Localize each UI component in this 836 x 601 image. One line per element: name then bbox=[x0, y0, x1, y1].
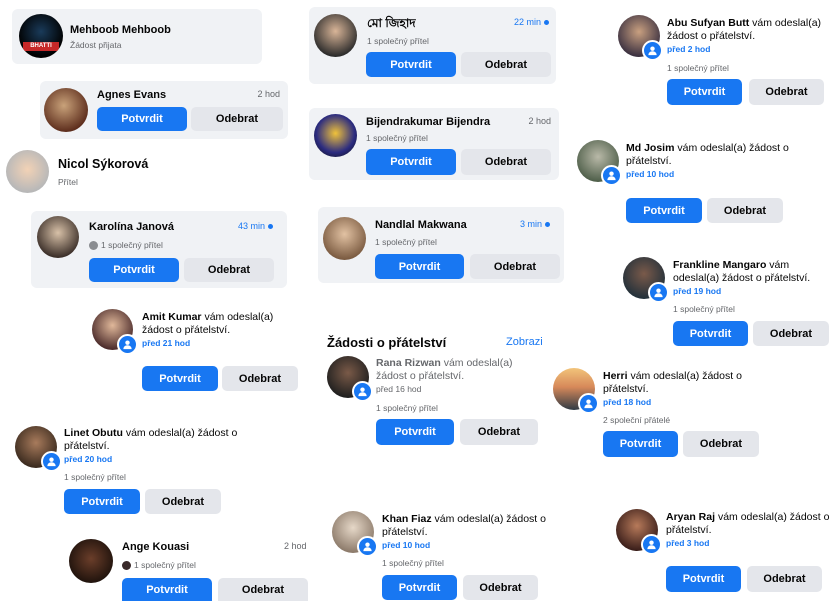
request-notification[interactable]: Amit Kumar vám odeslal(a) žádost o přáte… bbox=[142, 311, 292, 350]
remove-button[interactable]: Odebrat bbox=[470, 254, 560, 279]
section-title: Žádosti o přátelství bbox=[327, 335, 447, 350]
mutual-friends: 1 společný přítel bbox=[382, 558, 444, 568]
remove-button[interactable]: Odebrat bbox=[461, 149, 551, 175]
mutual-friends: 1 společný přítel bbox=[89, 240, 163, 251]
request-notification[interactable]: Md Josim vám odeslal(a) žádost o přátels… bbox=[626, 142, 801, 181]
friend-card-mehboob[interactable]: BHATTI Mehboob Mehboob Žádost přijata bbox=[12, 9, 262, 64]
confirm-button[interactable]: Potvrdit bbox=[122, 578, 212, 601]
remove-button[interactable]: Odebrat bbox=[707, 198, 783, 223]
request-notification[interactable]: Linet Obutu vám odeslal(a) žádost o přát… bbox=[64, 427, 239, 466]
mutual-friends: 1 společný přítel bbox=[64, 472, 126, 482]
confirm-button[interactable]: Potvrdit bbox=[97, 107, 187, 131]
friend-request-badge-icon bbox=[117, 334, 138, 355]
request-notification[interactable]: Aryan Raj vám odeslal(a) žádost o přátel… bbox=[666, 511, 832, 550]
request-time: 2 hod bbox=[284, 541, 307, 551]
remove-button[interactable]: Odebrat bbox=[463, 575, 538, 600]
friend-request-card-agnes: Agnes Evans 2 hod Potvrdit Odebrat bbox=[40, 81, 288, 139]
avatar[interactable]: BHATTI bbox=[19, 14, 63, 58]
friend-request-badge-icon bbox=[41, 451, 62, 472]
mutual-friends: 2 společní přátelé bbox=[603, 415, 671, 425]
mutual-friends: 1 společný přítel bbox=[122, 560, 196, 571]
request-notification[interactable]: Frankline Mangaro vám odeslal(a) žádost … bbox=[673, 259, 835, 298]
remove-button[interactable]: Odebrat bbox=[222, 366, 298, 391]
unread-dot bbox=[268, 224, 273, 230]
remove-button[interactable]: Odebrat bbox=[753, 321, 829, 346]
friend-request-badge-icon bbox=[641, 534, 662, 555]
friend-request-badge-icon bbox=[352, 381, 373, 402]
friend-name[interactable]: মো জিহাদ bbox=[367, 15, 416, 35]
mutual-friends: 1 společný přítel bbox=[673, 304, 735, 314]
mutual-avatar-icon bbox=[89, 241, 98, 251]
avatar[interactable] bbox=[314, 14, 357, 57]
friend-request-badge-icon bbox=[648, 282, 669, 303]
confirm-button[interactable]: Potvrdit bbox=[667, 79, 742, 105]
request-time: 43 min bbox=[238, 221, 273, 231]
request-notification[interactable]: Khan Fiaz vám odeslal(a) žádost o přátel… bbox=[382, 513, 554, 552]
remove-button[interactable]: Odebrat bbox=[683, 431, 759, 457]
avatar[interactable] bbox=[44, 88, 88, 132]
mutual-friends: 1 společný přítel bbox=[376, 403, 438, 413]
friend-name[interactable]: Nandlal Makwana bbox=[375, 219, 467, 231]
remove-button[interactable]: Odebrat bbox=[218, 578, 308, 601]
friend-name[interactable]: Bijendrakumar Bijendra bbox=[366, 116, 490, 128]
avatar[interactable] bbox=[323, 217, 366, 260]
friend-request-badge-icon bbox=[357, 536, 378, 557]
friend-request-card-bijendra: Bijendrakumar Bijendra 2 hod 1 společný … bbox=[309, 108, 559, 180]
friend-request-badge-icon bbox=[578, 393, 599, 414]
mutual-friends: 1 společný přítel bbox=[375, 237, 437, 247]
friend-name[interactable]: Ange Kouasi bbox=[122, 541, 189, 553]
confirm-button[interactable]: Potvrdit bbox=[666, 566, 741, 592]
friend-name[interactable]: Karolína Janová bbox=[89, 221, 174, 233]
request-notification[interactable]: Rana Rizwan vám odeslal(a) žádost o přát… bbox=[376, 357, 542, 396]
request-notification[interactable]: Herri vám odeslal(a) žádost o přátelství… bbox=[603, 370, 768, 409]
confirm-button[interactable]: Potvrdit bbox=[375, 254, 464, 279]
mutual-avatar-icon bbox=[122, 561, 131, 571]
confirm-button[interactable]: Potvrdit bbox=[142, 366, 218, 391]
friend-name[interactable]: Agnes Evans bbox=[97, 89, 166, 101]
avatar[interactable] bbox=[6, 150, 49, 193]
friend-request-badge-icon bbox=[642, 40, 663, 61]
confirm-button[interactable]: Potvrdit bbox=[626, 198, 702, 223]
friend-name[interactable]: Nicol Sýkorová bbox=[58, 157, 148, 171]
mutual-friends: 1 společný přítel bbox=[367, 36, 429, 46]
remove-button[interactable]: Odebrat bbox=[749, 79, 824, 105]
remove-button[interactable]: Odebrat bbox=[747, 566, 822, 592]
friend-request-card-jihad: মো জিহাদ 22 min 1 společný přítel Potvrd… bbox=[309, 7, 556, 84]
friend-request-card-nandlal: Nandlal Makwana 3 min 1 společný přítel … bbox=[318, 207, 564, 283]
avatar[interactable] bbox=[37, 216, 79, 258]
request-notification[interactable]: Abu Sufyan Butt vám odeslal(a) žádost o … bbox=[667, 17, 832, 56]
friend-name[interactable]: Mehboob Mehboob bbox=[70, 24, 171, 36]
mutual-friends: 1 společný přítel bbox=[366, 133, 428, 143]
remove-button[interactable]: Odebrat bbox=[461, 52, 551, 77]
confirm-button[interactable]: Potvrdit bbox=[382, 575, 457, 600]
mutual-friends: 1 společný přítel bbox=[667, 63, 729, 73]
confirm-button[interactable]: Potvrdit bbox=[366, 52, 456, 77]
remove-button[interactable]: Odebrat bbox=[184, 258, 274, 282]
avatar[interactable] bbox=[69, 539, 113, 583]
view-all-link[interactable]: Zobrazi bbox=[506, 336, 543, 348]
request-time: 2 hod bbox=[257, 89, 280, 99]
confirm-button[interactable]: Potvrdit bbox=[89, 258, 179, 282]
confirm-button[interactable]: Potvrdit bbox=[673, 321, 748, 346]
confirm-button[interactable]: Potvrdit bbox=[366, 149, 456, 175]
request-time: 2 hod bbox=[528, 116, 551, 126]
friend-request-badge-icon bbox=[601, 165, 622, 186]
avatar[interactable] bbox=[314, 114, 357, 157]
request-time: 22 min bbox=[514, 17, 549, 27]
friend-request-card-karolina: Karolína Janová 43 min 1 společný přítel… bbox=[31, 211, 287, 288]
friend-status: Přítel bbox=[58, 177, 78, 187]
request-time: 3 min bbox=[520, 219, 550, 229]
remove-button[interactable]: Odebrat bbox=[191, 107, 283, 131]
unread-dot bbox=[545, 222, 550, 228]
confirm-button[interactable]: Potvrdit bbox=[64, 489, 140, 514]
unread-dot bbox=[544, 20, 549, 26]
remove-button[interactable]: Odebrat bbox=[145, 489, 221, 514]
request-status: Žádost přijata bbox=[70, 40, 122, 50]
confirm-button[interactable]: Potvrdit bbox=[376, 419, 454, 445]
confirm-button[interactable]: Potvrdit bbox=[603, 431, 678, 457]
remove-button[interactable]: Odebrat bbox=[460, 419, 538, 445]
